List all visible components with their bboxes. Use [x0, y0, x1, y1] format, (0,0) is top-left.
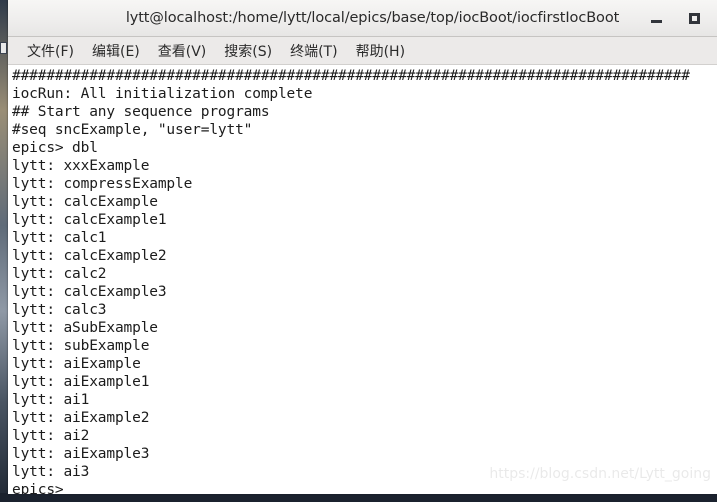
terminal-line: lytt: compressExample: [12, 176, 193, 192]
terminal-line: lytt: subExample: [12, 338, 150, 354]
terminal-line: lytt: calc3: [12, 302, 107, 318]
minimize-icon: [650, 19, 662, 23]
terminal-line: lytt: aiExample: [12, 356, 141, 372]
terminal-line: lytt: aiExample1: [12, 374, 150, 390]
terminal-line: lytt: ai1: [12, 392, 90, 408]
terminal-area[interactable]: ########################################…: [8, 65, 717, 494]
terminal-line: lytt: xxxExample: [12, 158, 150, 174]
launcher-icon[interactable]: [0, 42, 7, 54]
window-titlebar[interactable]: lytt@localhost:/home/lytt/local/epics/ba…: [8, 0, 717, 37]
maximize-icon: [688, 12, 700, 24]
terminal-output: ########################################…: [10, 67, 717, 494]
terminal-line: ## Start any sequence programs: [12, 104, 270, 120]
menu-bar: 文件(F) 编辑(E) 查看(V) 搜索(S) 终端(T) 帮助(H): [8, 37, 717, 65]
window-controls: [647, 0, 703, 36]
terminal-line: iocRun: All initialization complete: [12, 86, 313, 102]
minimize-button[interactable]: [647, 9, 665, 27]
terminal-line: lytt: aSubExample: [12, 320, 158, 336]
desktop-left-panel: [0, 0, 8, 502]
menu-item-search[interactable]: 搜索(S): [215, 39, 281, 63]
maximize-button[interactable]: [685, 9, 703, 27]
terminal-line: ########################################…: [12, 68, 690, 84]
menu-item-terminal[interactable]: 终端(T): [281, 39, 346, 63]
desktop-taskbar: [0, 493, 717, 502]
menu-item-edit[interactable]: 编辑(E): [83, 39, 149, 63]
terminal-line: lytt: calc1: [12, 230, 107, 246]
terminal-line: lytt: calcExample: [12, 194, 158, 210]
terminal-line: lytt: aiExample2: [12, 410, 150, 426]
terminal-line: lytt: calcExample3: [12, 284, 167, 300]
terminal-line: epics>: [12, 482, 64, 494]
terminal-line: lytt: calcExample2: [12, 248, 167, 264]
menu-item-view[interactable]: 查看(V): [149, 39, 216, 63]
terminal-line: lytt: ai2: [12, 428, 90, 444]
menu-item-help[interactable]: 帮助(H): [347, 39, 414, 63]
menu-item-file[interactable]: 文件(F): [18, 39, 83, 63]
terminal-window: lytt@localhost:/home/lytt/local/epics/ba…: [8, 0, 717, 494]
terminal-line: #seq sncExample, "user=lytt": [12, 122, 253, 138]
terminal-line: lytt: calcExample1: [12, 212, 167, 228]
terminal-line: epics> dbl: [12, 140, 98, 156]
window-title: lytt@localhost:/home/lytt/local/epics/ba…: [125, 10, 620, 26]
terminal-line: lytt: calc2: [12, 266, 107, 282]
terminal-line: lytt: aiExample3: [12, 446, 150, 462]
terminal-line: lytt: ai3: [12, 464, 90, 480]
